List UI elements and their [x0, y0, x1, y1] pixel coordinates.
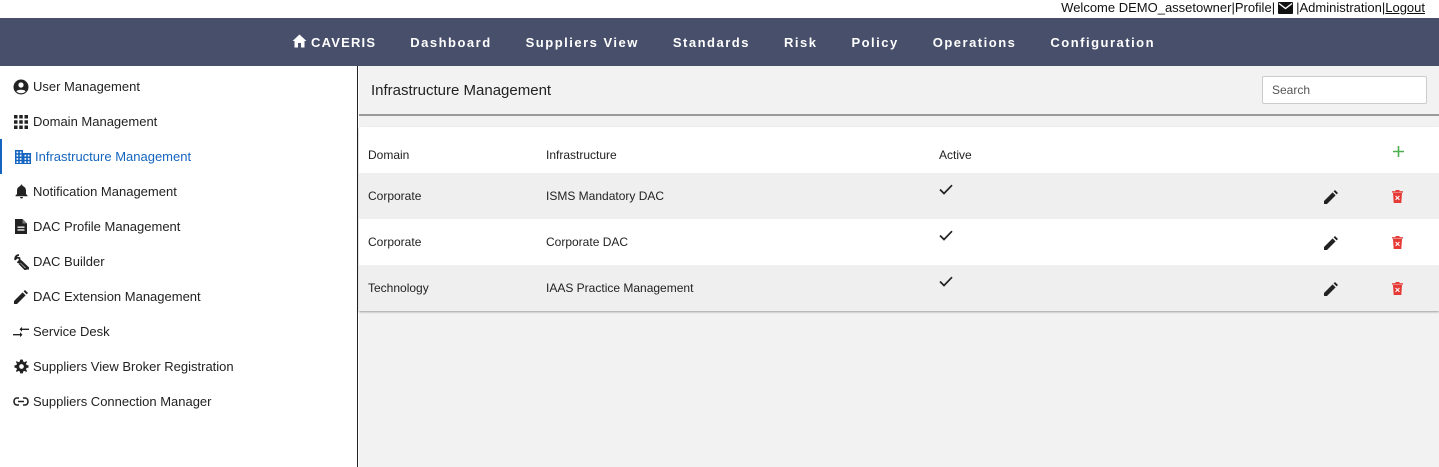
document-icon: [12, 218, 30, 236]
wrench-icon: [12, 253, 30, 271]
cell-infrastructure: ISMS Mandatory DAC: [546, 189, 665, 203]
infrastructure-table: Domain Infrastructure Active Corporate I…: [359, 127, 1439, 311]
sidebar-item-label: Suppliers Connection Manager: [33, 394, 212, 409]
delete-button[interactable]: [1387, 188, 1407, 208]
gear-icon: [12, 358, 30, 376]
main-content: Infrastructure Management Domain Infrast…: [359, 66, 1439, 467]
sidebar-item-label: User Management: [33, 79, 140, 94]
plus-icon: [1392, 145, 1404, 160]
table-row: Technology IAAS Practice Management: [359, 265, 1439, 311]
sidebar-item-label: Infrastructure Management: [35, 149, 192, 164]
sidebar-item-label: DAC Profile Management: [33, 219, 181, 234]
sidebar-item-dac-profile-management[interactable]: DAC Profile Management: [0, 209, 357, 244]
sidebar-item-domain-management[interactable]: Domain Management: [0, 104, 357, 139]
sidebar-item-label: Domain Management: [33, 114, 158, 129]
separator: |: [1271, 0, 1276, 15]
nav-operations[interactable]: Operations: [933, 35, 1017, 50]
top-utility-bar: Welcome DEMO_assetowner | Profile | | Ad…: [0, 0, 1439, 18]
check-icon: [939, 275, 953, 290]
trash-icon: [1391, 190, 1403, 206]
add-infrastructure-button[interactable]: [1388, 142, 1408, 162]
delete-button[interactable]: [1387, 234, 1407, 254]
pencil-icon: [1324, 235, 1338, 253]
sidebar-item-suppliers-view-broker-registration[interactable]: Suppliers View Broker Registration: [0, 349, 357, 384]
table-row: Corporate Corporate DAC: [359, 219, 1439, 265]
sidebar-item-notification-management[interactable]: Notification Management: [0, 174, 357, 209]
sidebar-item-label: Notification Management: [33, 184, 177, 199]
brand-label: CAVERIS: [311, 34, 377, 50]
cell-infrastructure: Corporate DAC: [546, 235, 629, 249]
edit-button[interactable]: [1321, 188, 1341, 208]
content-header: Infrastructure Management: [359, 66, 1439, 116]
nav-policy[interactable]: Policy: [851, 35, 898, 50]
edit-button[interactable]: [1321, 234, 1341, 254]
swap-arrows-icon: [12, 323, 30, 341]
welcome-text: Welcome DEMO_assetowner: [1061, 0, 1232, 15]
sidebar-item-label: DAC Extension Management: [33, 289, 201, 304]
cell-domain: Corporate: [368, 189, 422, 203]
column-header-infrastructure: Infrastructure: [546, 148, 617, 162]
sidebar-item-dac-builder[interactable]: DAC Builder: [0, 244, 357, 279]
pencil-icon: [1324, 281, 1338, 299]
building-icon: [14, 148, 32, 166]
nav-risk[interactable]: Risk: [784, 35, 817, 50]
sidebar: User Management Domain Management Infras…: [0, 66, 358, 467]
nav-standards[interactable]: Standards: [673, 35, 750, 50]
home-icon: [292, 34, 311, 51]
table-header: Domain Infrastructure Active: [359, 127, 1439, 173]
logout-link[interactable]: Logout: [1385, 0, 1425, 16]
apps-grid-icon: [12, 113, 30, 131]
link-icon: [12, 393, 30, 411]
nav-menu: CAVERIS Dashboard Suppliers View Standar…: [292, 18, 1189, 66]
nav-dashboard[interactable]: Dashboard: [410, 35, 491, 50]
profile-link[interactable]: Profile: [1235, 0, 1272, 16]
bell-icon: [12, 183, 30, 201]
cell-domain: Technology: [368, 281, 429, 295]
pencil-icon: [12, 288, 30, 306]
cell-domain: Corporate: [368, 235, 422, 249]
sidebar-item-infrastructure-management[interactable]: Infrastructure Management: [0, 139, 357, 174]
sidebar-item-label: Service Desk: [33, 324, 110, 339]
nav-suppliers-view[interactable]: Suppliers View: [526, 35, 639, 50]
main-navbar: CAVERIS Dashboard Suppliers View Standar…: [0, 18, 1439, 66]
sidebar-item-user-management[interactable]: User Management: [0, 69, 357, 104]
account-circle-icon: [12, 78, 30, 96]
administration-link[interactable]: Administration: [1299, 0, 1381, 16]
search-input[interactable]: [1262, 76, 1427, 104]
sidebar-item-dac-extension-management[interactable]: DAC Extension Management: [0, 279, 357, 314]
sidebar-item-suppliers-connection-manager[interactable]: Suppliers Connection Manager: [0, 384, 357, 419]
sidebar-item-label: Suppliers View Broker Registration: [33, 359, 234, 374]
column-header-domain: Domain: [368, 148, 410, 162]
brand-home-link[interactable]: CAVERIS: [292, 34, 376, 51]
check-icon: [939, 183, 953, 198]
nav-configuration[interactable]: Configuration: [1050, 35, 1155, 50]
trash-icon: [1391, 282, 1403, 298]
pencil-icon: [1324, 189, 1338, 207]
mail-icon[interactable]: [1278, 2, 1294, 18]
column-header-active: Active: [939, 148, 972, 162]
table-row: Corporate ISMS Mandatory DAC: [359, 173, 1439, 219]
check-icon: [939, 229, 953, 244]
sidebar-item-label: DAC Builder: [33, 254, 105, 269]
delete-button[interactable]: [1387, 280, 1407, 300]
trash-icon: [1391, 236, 1403, 252]
cell-infrastructure: IAAS Practice Management: [546, 281, 694, 295]
sidebar-item-service-desk[interactable]: Service Desk: [0, 314, 357, 349]
edit-button[interactable]: [1321, 280, 1341, 300]
page-title: Infrastructure Management: [371, 82, 552, 99]
